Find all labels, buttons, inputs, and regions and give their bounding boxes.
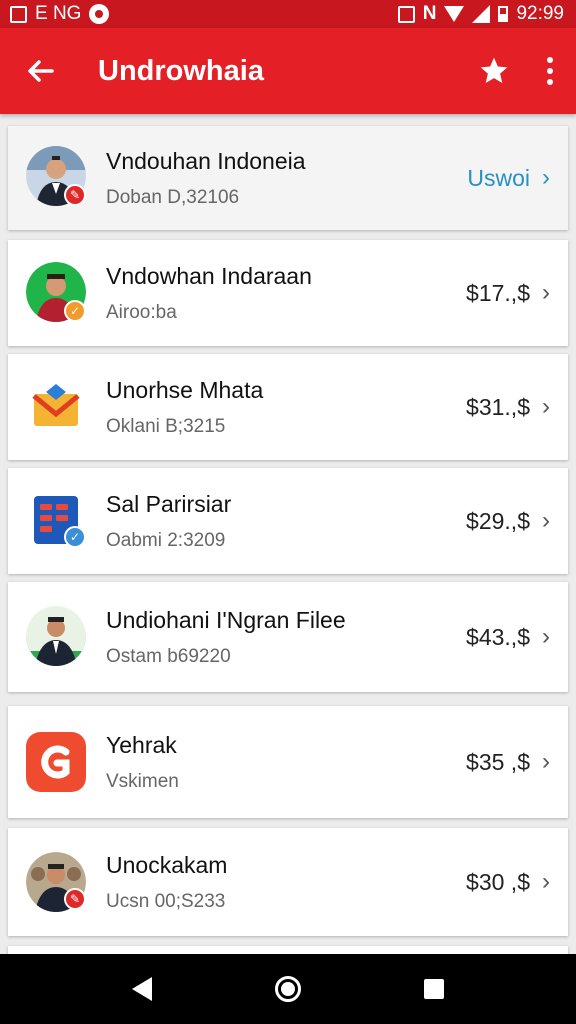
item-subtitle: Oklani B;3215 <box>106 415 226 437</box>
item-name: Yehrak <box>106 731 177 758</box>
list-item[interactable]: ✓ Vndowhan Indaraan Airoo:ba $17.,$ › <box>8 240 568 346</box>
item-name: Vndouhan Indoneia <box>106 147 306 174</box>
status-left-text: E NG <box>35 3 82 24</box>
status-bar: E NG N 92:99 <box>0 0 576 28</box>
badge-icon: ✎ <box>64 184 86 206</box>
chevron-right-icon: › <box>542 279 550 306</box>
list-item[interactable]: Unorhse Mhata Oklani B;3215 $31.,$ › <box>8 354 568 460</box>
avatar <box>26 606 86 666</box>
item-name: Vndowhan Indaraan <box>106 262 312 289</box>
list-item[interactable]: ✎ Vndouhan Indoneia Doban D,32106 Uswoi … <box>8 126 568 230</box>
navigation-bar <box>0 954 576 1024</box>
item-subtitle: Ucsn 00;S233 <box>106 890 226 912</box>
badge-icon: ✓ <box>64 300 86 322</box>
back-button[interactable] <box>0 28 80 114</box>
item-link[interactable]: Uswoi <box>467 165 530 192</box>
list-item[interactable]: ✓ Sal Parirsiar Oabmi 2:3209 $29.,$ › <box>8 468 568 574</box>
star-icon <box>480 57 508 83</box>
chevron-right-icon: › <box>542 164 550 191</box>
list-item[interactable]: Undiohani I'Ngran Filee Ostam b69220 $43… <box>8 582 568 692</box>
signal-icon <box>472 5 491 23</box>
app-bar: Undrowhaia <box>0 28 576 114</box>
app-notification-icon <box>89 4 110 24</box>
arrow-back-icon <box>28 60 54 82</box>
item-price: $17.,$ <box>466 279 530 306</box>
item-subtitle: Doban D,32106 <box>106 186 240 208</box>
chevron-right-icon: › <box>542 623 550 650</box>
item-price: $29.,$ <box>466 507 530 534</box>
more-vert-icon <box>547 57 553 63</box>
item-price: $35 ,$ <box>466 748 530 775</box>
list-item-partial[interactable] <box>8 946 568 954</box>
item-name: Undiohani I'Ngran Filee <box>106 606 346 633</box>
list-item[interactable]: ✎ Unockakam Ucsn 00;S233 $30 ,$ › <box>8 828 568 936</box>
status-time: 92:99 <box>516 3 564 24</box>
item-name: Sal Parirsiar <box>106 490 232 517</box>
more-options-button[interactable] <box>524 28 576 114</box>
item-name: Unockakam <box>106 851 228 878</box>
favorite-button[interactable] <box>464 28 524 114</box>
vibrate-icon <box>397 5 415 23</box>
chevron-right-icon: › <box>542 507 550 534</box>
item-name: Unorhse Mhata <box>106 376 264 403</box>
chevron-right-icon: › <box>542 393 550 420</box>
item-subtitle: Ostam b69220 <box>106 645 231 667</box>
no-sim-icon: N <box>422 3 437 24</box>
item-price: $31.,$ <box>466 393 530 420</box>
wifi-icon <box>444 6 465 22</box>
nav-home-icon[interactable] <box>274 976 301 1002</box>
app-icon <box>26 732 86 792</box>
notification-icon <box>10 5 27 23</box>
chevron-right-icon: › <box>542 868 550 895</box>
account-list: ✎ Vndouhan Indoneia Doban D,32106 Uswoi … <box>0 114 576 954</box>
list-item[interactable]: Yehrak Vskimen $35 ,$ › <box>8 706 568 818</box>
battery-icon <box>498 6 509 22</box>
chevron-right-icon: › <box>542 748 550 775</box>
nav-recent-icon[interactable] <box>424 979 445 999</box>
mail-icon <box>26 376 86 436</box>
badge-icon: ✓ <box>64 526 86 548</box>
badge-icon: ✎ <box>64 888 86 910</box>
item-price: $43.,$ <box>466 623 530 650</box>
item-subtitle: Vskimen <box>106 770 179 792</box>
item-subtitle: Oabmi 2:3209 <box>106 529 226 551</box>
nav-back-icon[interactable] <box>131 977 152 1001</box>
item-subtitle: Airoo:ba <box>106 301 177 323</box>
item-price: $30 ,$ <box>466 868 530 895</box>
page-title: Undrowhaia <box>98 54 264 87</box>
